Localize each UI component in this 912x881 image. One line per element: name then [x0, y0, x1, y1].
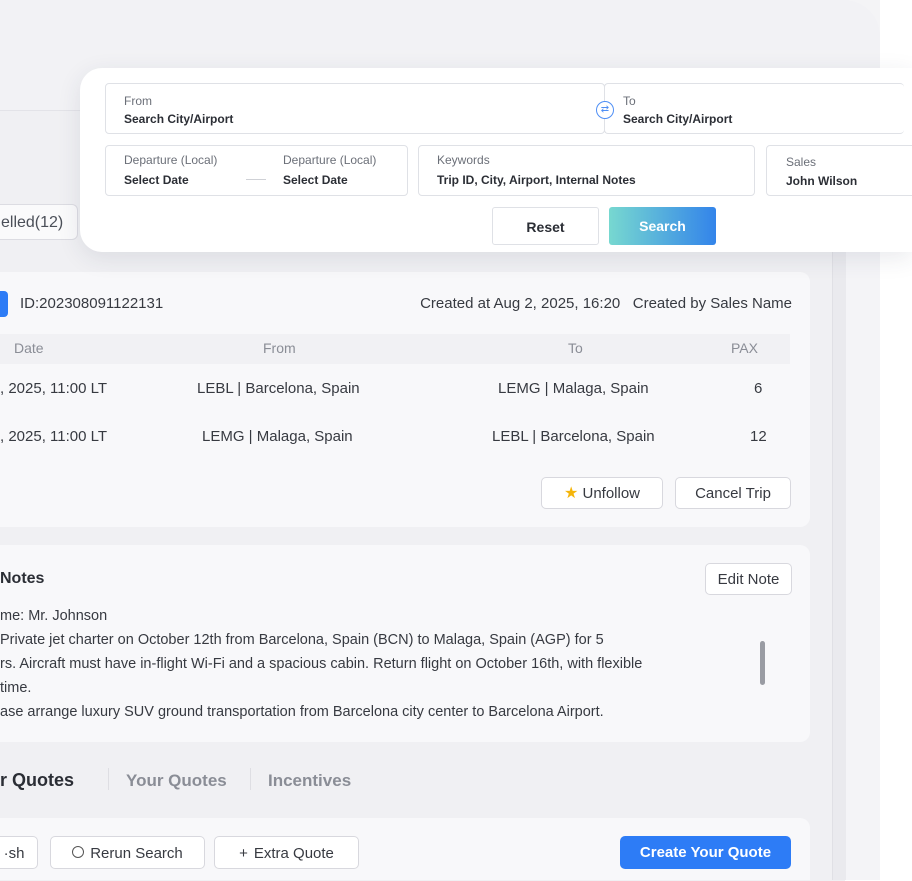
from-field[interactable] — [105, 83, 605, 134]
keywords-label: Keywords — [437, 153, 490, 167]
from-label: From — [124, 94, 152, 108]
note-line-4: time. — [0, 680, 32, 696]
edit-note-button[interactable]: Edit Note — [705, 563, 792, 595]
notes-title: Notes — [0, 570, 45, 587]
trip-status-badge — [0, 291, 8, 317]
status-tab-cancelled[interactable]: elled(12) — [0, 204, 78, 240]
row-2-to: LEBL | Barcelona, Spain — [492, 428, 655, 445]
column-header-date: Date — [14, 340, 44, 356]
date-range-separator — [246, 179, 266, 180]
rerun-search-label: Rerun Search — [90, 845, 183, 862]
extra-quote-button[interactable]: + Extra Quote — [214, 836, 359, 869]
note-line-1: me: Mr. Johnson — [0, 608, 108, 624]
table-header-row — [0, 334, 790, 364]
cancel-trip-button[interactable]: Cancel Trip — [675, 477, 791, 509]
to-field[interactable] — [604, 83, 904, 134]
trip-id: ID:202308091122131 — [20, 295, 164, 312]
reset-button[interactable]: Reset — [492, 207, 599, 245]
rerun-search-button[interactable]: Rerun Search — [50, 836, 205, 869]
scroll-track[interactable] — [832, 250, 847, 880]
keywords-input[interactable]: Trip ID, City, Airport, Internal Notes — [437, 173, 636, 187]
to-input[interactable]: Search City/Airport — [623, 112, 732, 126]
row-1-date: , 2025, 11:00 LT — [0, 380, 108, 397]
column-header-to: To — [568, 340, 583, 356]
departure-start-input[interactable]: Select Date — [124, 173, 189, 187]
search-button[interactable]: Search — [609, 207, 716, 245]
from-input[interactable]: Search City/Airport — [124, 112, 233, 126]
unfollow-label: Unfollow — [582, 485, 641, 502]
sales-label: Sales — [786, 155, 817, 169]
row-1-to: LEMG | Malaga, Spain — [498, 380, 649, 397]
star-icon: ★ — [563, 485, 579, 502]
row-1-from: LEBL | Barcelona, Spain — [197, 380, 360, 397]
sales-select[interactable]: John Wilson — [786, 174, 857, 188]
column-header-from: From — [263, 340, 296, 356]
tab-divider — [250, 768, 251, 790]
row-2-from: LEMG | Malaga, Spain — [202, 428, 353, 445]
swap-icon[interactable]: ⇄ — [596, 101, 614, 119]
column-header-pax: PAX — [731, 340, 758, 356]
row-2-date: , 2025, 11:00 LT — [0, 428, 108, 445]
note-line-2: Private jet charter on October 12th from… — [0, 632, 604, 648]
refresh-button[interactable]: ·sh — [0, 836, 38, 869]
to-label: To — [623, 94, 636, 108]
tab-incentives[interactable]: Incentives — [268, 771, 351, 791]
extra-quote-label: Extra Quote — [253, 845, 334, 862]
tab-other-quotes[interactable]: r Quotes — [0, 770, 74, 791]
departure-start-label: Departure (Local) — [124, 153, 218, 167]
departure-end-input[interactable]: Select Date — [283, 173, 348, 187]
search-icon — [72, 846, 85, 858]
create-your-quote-button[interactable]: Create Your Quote — [620, 836, 791, 869]
note-line-3: rs. Aircraft must have in-flight Wi-Fi a… — [0, 656, 643, 672]
sales-field[interactable] — [766, 145, 912, 196]
side-gutter — [846, 250, 880, 880]
note-line-5: ase arrange luxury SUV ground transporta… — [0, 704, 604, 720]
notes-scrollbar[interactable] — [760, 641, 765, 685]
row-1-pax: 6 — [754, 380, 763, 397]
tab-divider — [108, 768, 109, 790]
row-2-pax: 12 — [750, 428, 767, 445]
trip-created-info: Created at Aug 2, 2025, 16:20 Created by… — [420, 295, 792, 312]
unfollow-button[interactable]: ★ Unfollow — [541, 477, 663, 509]
departure-end-label: Departure (Local) — [283, 153, 377, 167]
plus-icon: + — [239, 845, 248, 862]
tab-your-quotes[interactable]: Your Quotes — [126, 771, 227, 791]
